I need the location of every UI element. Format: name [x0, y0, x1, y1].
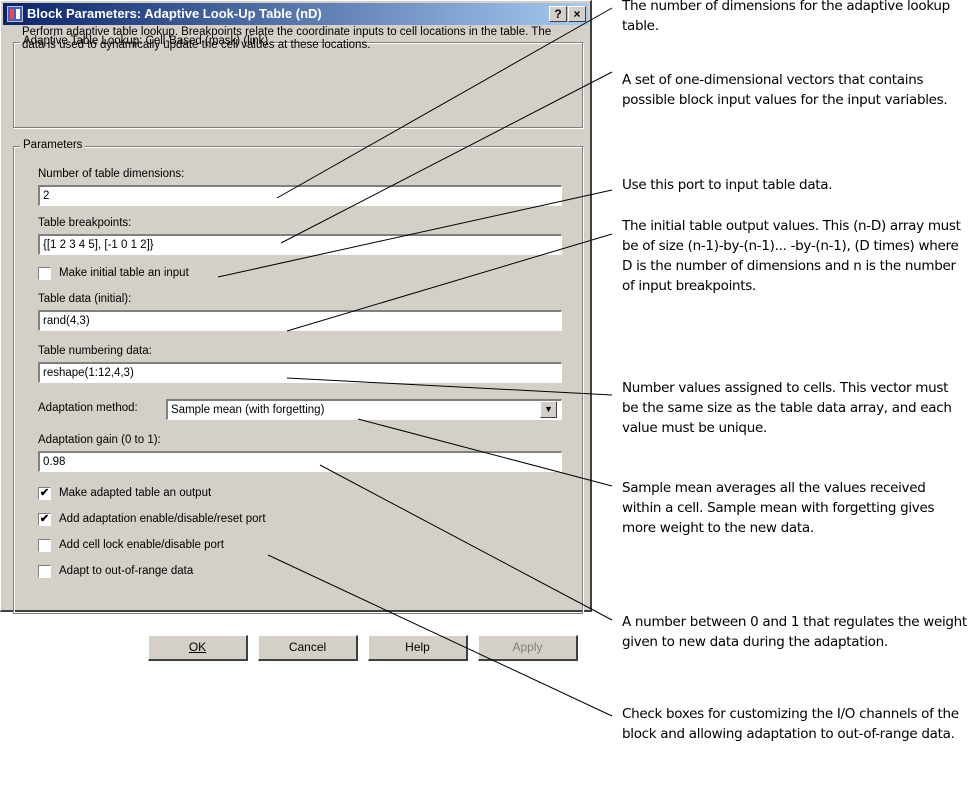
- annotation-initial-input: Use this port to input table data.: [622, 177, 833, 193]
- leader-breakpoints: [280, 71, 613, 244]
- annotation-numbering: Number values assigned to cells. This ve…: [622, 380, 952, 436]
- annotation-breakpoints: A set of one-dimensional vectors that co…: [622, 72, 948, 108]
- annotation-num-dims: The number of dimensions for the adaptiv…: [622, 0, 950, 34]
- leader-num-dims: [276, 7, 613, 199]
- leader-initial-input: [217, 189, 613, 278]
- leader-table-data: [286, 233, 613, 332]
- annotation-adaptation-method: Sample mean averages all the values rece…: [622, 480, 935, 536]
- leader-adaptation-gain: [319, 464, 613, 621]
- leader-adaptation-method: [357, 418, 613, 487]
- annotation-checkboxes: Check boxes for customizing the I/O chan…: [622, 706, 959, 742]
- leader-checkboxes: [267, 554, 613, 717]
- annotation-table-data: The initial table output values. This (n…: [622, 218, 961, 294]
- annotation-adaptation-gain: A number between 0 and 1 that regulates …: [622, 614, 967, 650]
- leader-numbering: [286, 377, 613, 396]
